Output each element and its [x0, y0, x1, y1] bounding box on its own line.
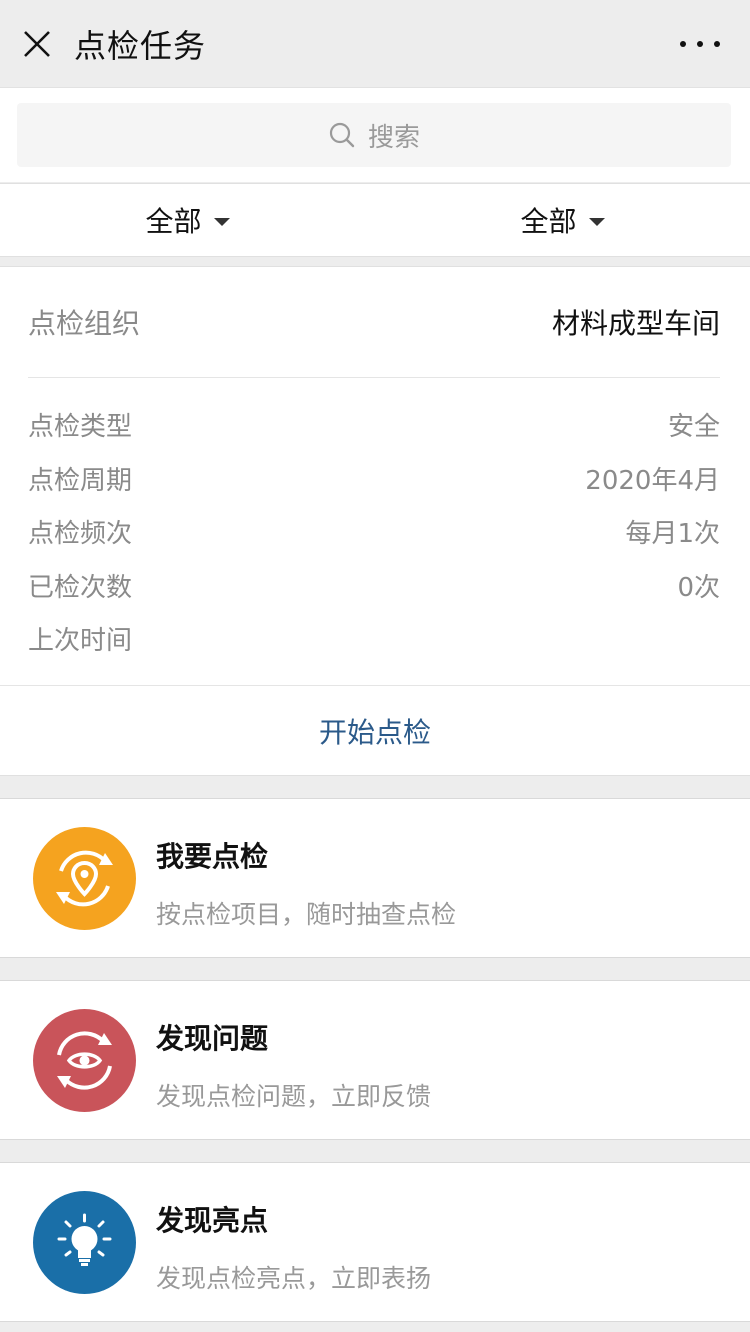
- start-inspection-label: 开始点检: [318, 716, 431, 749]
- detail-value: 2020年4月: [585, 465, 720, 496]
- action-subtitle: 发现点检亮点，立即表扬: [156, 1264, 432, 1293]
- more-dot-icon: [714, 41, 720, 47]
- search-icon: [329, 122, 355, 148]
- action-title: 我要点检: [156, 840, 269, 873]
- detail-value: 安全: [667, 412, 720, 443]
- action-text: 发现问题 发现点检问题，立即反馈: [156, 1017, 431, 1113]
- more-menu-button[interactable]: [680, 29, 720, 59]
- detail-value: 0次: [677, 572, 720, 603]
- more-dot-icon: [697, 41, 703, 47]
- location-refresh-icon: [33, 827, 136, 930]
- start-inspection-button[interactable]: 开始点检: [0, 685, 750, 776]
- filter-dropdown-2[interactable]: 全部: [375, 184, 750, 256]
- detail-row-frequency: 点检频次 每月1次: [28, 505, 720, 559]
- detail-label: 上次时间: [28, 626, 133, 657]
- search-input[interactable]: 搜索: [17, 103, 731, 167]
- caret-down-icon: [213, 218, 230, 226]
- action-subtitle: 按点检项目，随时抽查点检: [156, 900, 457, 929]
- close-button[interactable]: [0, 0, 74, 88]
- filter-label: 全部: [145, 205, 202, 238]
- search-placeholder: 搜索: [367, 122, 420, 153]
- action-subtitle: 发现点检问题，立即反馈: [156, 1082, 432, 1111]
- action-title: 发现亮点: [156, 1204, 269, 1237]
- org-label: 点检组织: [28, 307, 141, 340]
- detail-row-period: 点检周期 2020年4月: [28, 452, 720, 506]
- filter-bar: 全部 全部: [0, 183, 750, 257]
- action-text: 我要点检 按点检项目，随时抽查点检: [156, 835, 456, 931]
- org-row: 点检组织 材料成型车间: [28, 267, 720, 378]
- action-inspect[interactable]: 我要点检 按点检项目，随时抽查点检: [0, 798, 750, 958]
- detail-row-type: 点检类型 安全: [28, 398, 720, 452]
- lightbulb-icon: [33, 1191, 136, 1294]
- more-dot-icon: [680, 41, 686, 47]
- eye-refresh-icon: [33, 1009, 136, 1112]
- filter-label: 全部: [520, 205, 577, 238]
- filter-dropdown-1[interactable]: 全部: [0, 184, 375, 256]
- detail-label: 点检频次: [28, 519, 133, 550]
- detail-value: 每月1次: [625, 519, 720, 550]
- task-info-card: 点检组织 材料成型车间 点检类型 安全 点检周期 2020年4月 点检频次 每月…: [0, 266, 750, 776]
- top-bar: 点检任务: [0, 0, 750, 88]
- detail-label: 已检次数: [28, 572, 133, 603]
- caret-down-icon: [588, 218, 605, 226]
- action-text: 发现亮点 发现点检亮点，立即表扬: [156, 1199, 431, 1295]
- detail-row-last-time: 上次时间: [28, 612, 720, 666]
- org-value: 材料成型车间: [551, 307, 720, 340]
- page-title: 点检任务: [74, 26, 207, 65]
- action-highlight[interactable]: 发现亮点 发现点检亮点，立即表扬: [0, 1162, 750, 1322]
- action-report-problem[interactable]: 发现问题 发现点检问题，立即反馈: [0, 980, 750, 1140]
- detail-label: 点检类型: [28, 412, 133, 443]
- search-bar: 搜索: [0, 88, 750, 182]
- action-title: 发现问题: [156, 1022, 269, 1055]
- detail-list: 点检类型 安全 点检周期 2020年4月 点检频次 每月1次 已检次数 0次 上…: [28, 398, 720, 666]
- close-icon: [24, 30, 50, 57]
- detail-label: 点检周期: [28, 465, 133, 496]
- detail-row-count: 已检次数 0次: [28, 559, 720, 613]
